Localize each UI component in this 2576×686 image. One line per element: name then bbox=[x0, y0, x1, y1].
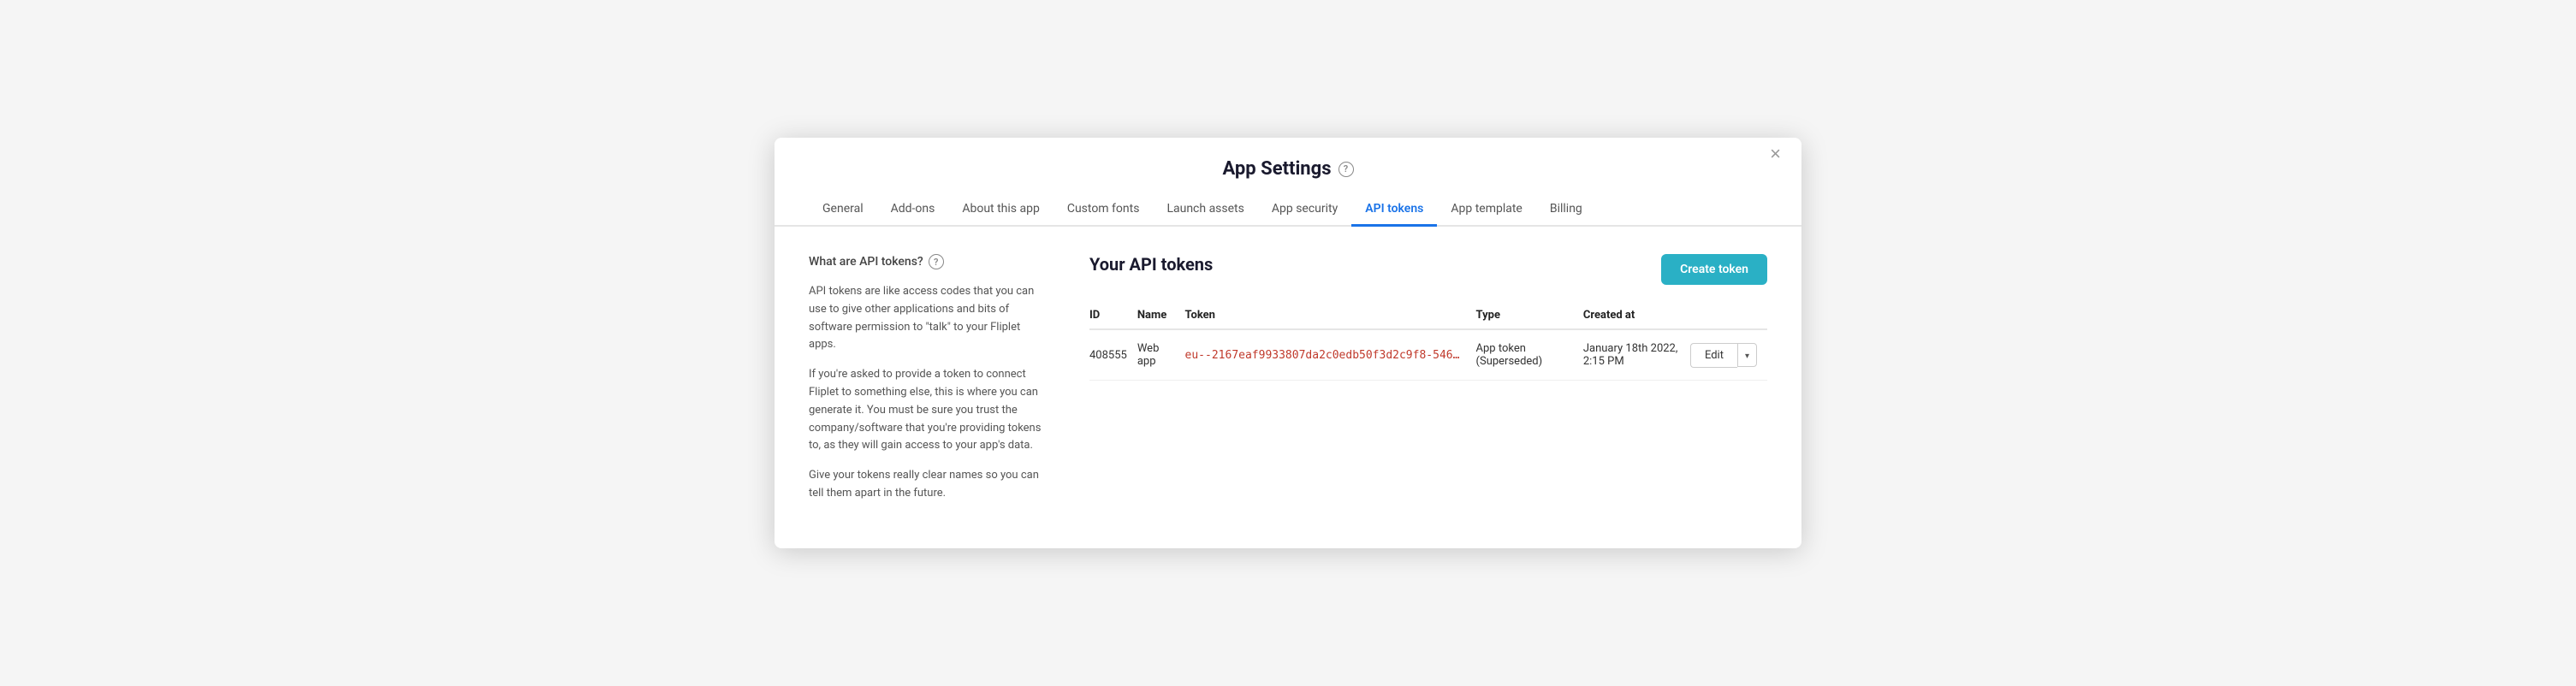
sidebar-question: What are API tokens? ? bbox=[809, 254, 1048, 269]
th-type: Type bbox=[1476, 302, 1583, 329]
sidebar-paragraph-3: Give your tokens really clear names so y… bbox=[809, 467, 1048, 503]
edit-button[interactable]: Edit bbox=[1690, 343, 1737, 368]
tab-app-security[interactable]: App security bbox=[1258, 193, 1351, 227]
sidebar-help-icon[interactable]: ? bbox=[929, 254, 944, 269]
sidebar: What are API tokens? ? API tokens are li… bbox=[809, 254, 1048, 515]
sidebar-paragraph-2: If you're asked to provide a token to co… bbox=[809, 366, 1048, 455]
tab-launch-assets[interactable]: Launch assets bbox=[1153, 193, 1257, 227]
top-row: Your API tokens Create token bbox=[1089, 254, 1767, 295]
cell-action: Edit ▾ bbox=[1690, 329, 1767, 381]
edit-button-group: Edit ▾ bbox=[1690, 343, 1757, 368]
token-table: IDNameTokenTypeCreated at 408555Web appe… bbox=[1089, 302, 1767, 381]
modal-title: App Settings ? bbox=[1223, 158, 1354, 180]
cell-type: App token (Superseded) bbox=[1476, 329, 1583, 381]
table-body: 408555Web appeu--2167eaf9933807da2c0edb5… bbox=[1089, 329, 1767, 381]
title-help-icon[interactable]: ? bbox=[1338, 162, 1354, 177]
table-row: 408555Web appeu--2167eaf9933807da2c0edb5… bbox=[1089, 329, 1767, 381]
edit-dropdown-button[interactable]: ▾ bbox=[1737, 343, 1757, 367]
th-name: Name bbox=[1137, 302, 1185, 329]
tab-custom-fonts[interactable]: Custom fonts bbox=[1054, 193, 1154, 227]
table-head: IDNameTokenTypeCreated at bbox=[1089, 302, 1767, 329]
tab-addons[interactable]: Add-ons bbox=[877, 193, 949, 227]
close-button[interactable]: × bbox=[1763, 141, 1788, 167]
cell-id: 408555 bbox=[1089, 329, 1137, 381]
th-id: ID bbox=[1089, 302, 1137, 329]
cell-token[interactable]: eu--2167eaf9933807da2c0edb50f3d2c9f8-546… bbox=[1185, 329, 1476, 381]
tab-app-template[interactable]: App template bbox=[1437, 193, 1536, 227]
modal-body: What are API tokens? ? API tokens are li… bbox=[775, 227, 1801, 542]
tab-general[interactable]: General bbox=[809, 193, 877, 227]
modal-header: App Settings ? × bbox=[775, 138, 1801, 180]
main-content: Your API tokens Create token IDNameToken… bbox=[1089, 254, 1767, 515]
section-title: Your API tokens bbox=[1089, 254, 1213, 275]
table-header-row: IDNameTokenTypeCreated at bbox=[1089, 302, 1767, 329]
app-settings-modal: App Settings ? × GeneralAdd-onsAbout thi… bbox=[775, 138, 1801, 548]
tab-billing[interactable]: Billing bbox=[1536, 193, 1596, 227]
tab-api-tokens[interactable]: API tokens bbox=[1351, 193, 1437, 227]
th-token: Token bbox=[1185, 302, 1476, 329]
th-actions bbox=[1690, 302, 1767, 329]
tab-bar: GeneralAdd-onsAbout this appCustom fonts… bbox=[775, 193, 1801, 227]
th-created-at: Created at bbox=[1583, 302, 1690, 329]
modal-title-text: App Settings bbox=[1223, 158, 1332, 180]
cell-name: Web app bbox=[1137, 329, 1185, 381]
cell-created-at: January 18th 2022, 2:15 PM bbox=[1583, 329, 1690, 381]
sidebar-paragraph-1: API tokens are like access codes that yo… bbox=[809, 283, 1048, 354]
tab-about[interactable]: About this app bbox=[948, 193, 1053, 227]
create-token-button[interactable]: Create token bbox=[1661, 254, 1767, 285]
chevron-down-icon: ▾ bbox=[1745, 352, 1749, 361]
